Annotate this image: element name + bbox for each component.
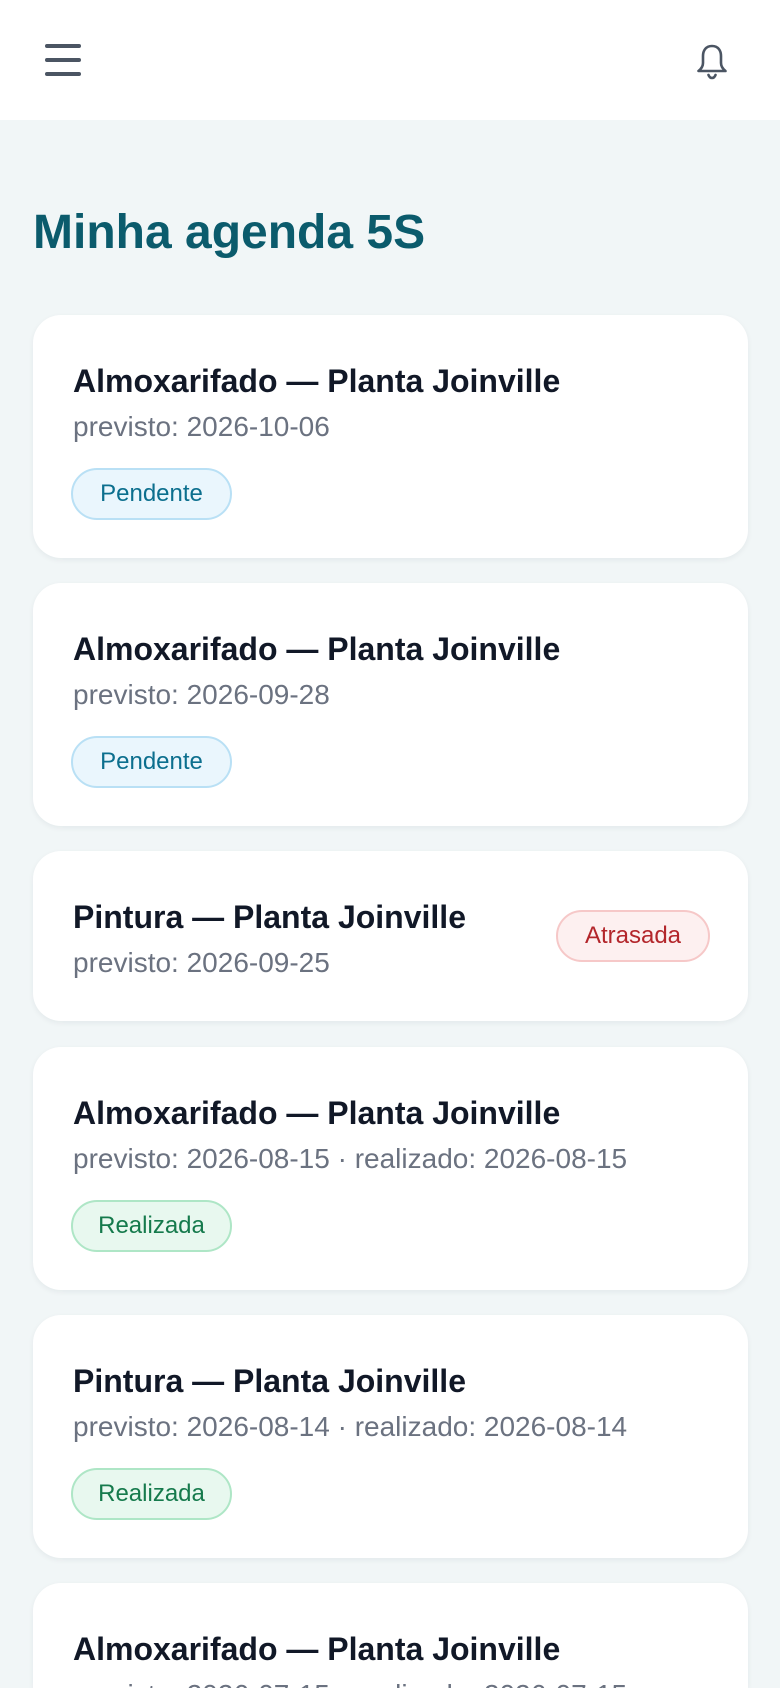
status-badge: Pendente [71,468,232,520]
status-badge: Realizada [71,1200,232,1252]
card-title: Almoxarifado — Planta Joinville [73,363,561,399]
top-app-bar [0,0,780,120]
card-dates: previsto: 2026-08-14 · realizado: 2026-0… [73,1411,628,1442]
menu-icon [45,58,81,62]
card-dates: previsto: 2026-07-15 · realizado: 2026-0… [73,1677,627,1688]
menu-icon [45,44,81,48]
card-dates: previsto: 2026-08-15 · realizado: 2026-0… [73,1143,628,1174]
status-badge: Atrasada [556,910,710,962]
card-title: Pintura — Planta Joinville [73,899,466,935]
notifications-button[interactable] [688,38,736,86]
agenda-card[interactable]: Almoxarifado — Planta Joinville previsto… [33,1583,748,1688]
agenda-card[interactable]: Almoxarifado — Planta Joinville previsto… [33,315,748,558]
status-badge: Pendente [71,736,232,788]
agenda-card[interactable]: Almoxarifado — Planta Joinville previsto… [33,1047,748,1290]
card-dates: previsto: 2026-09-28 [73,679,330,710]
card-title: Pintura — Planta Joinville [73,1363,466,1399]
menu-icon [45,72,81,76]
card-title: Almoxarifado — Planta Joinville [73,1631,561,1667]
agenda-card[interactable]: Almoxarifado — Planta Joinville previsto… [33,583,748,826]
bell-icon [697,44,727,80]
card-title: Almoxarifado — Planta Joinville [73,631,561,667]
card-dates: previsto: 2026-10-06 [73,411,330,442]
agenda-card[interactable]: Pintura — Planta Joinville previsto: 202… [33,1315,748,1558]
page-title: Minha agenda 5S [33,206,426,259]
menu-button[interactable] [40,38,88,82]
status-badge: Realizada [71,1468,232,1520]
card-dates: previsto: 2026-09-25 [73,947,330,978]
agenda-card[interactable]: Pintura — Planta Joinville previsto: 202… [33,851,748,1021]
card-title: Almoxarifado — Planta Joinville [73,1095,561,1131]
